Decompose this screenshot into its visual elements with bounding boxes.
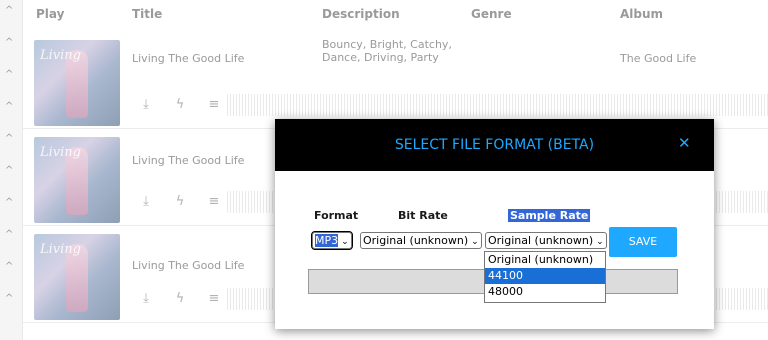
cover-script-text: Living (40, 242, 81, 257)
album-cover[interactable]: Living (34, 234, 120, 320)
download-icon[interactable]: ⤓ (138, 291, 154, 307)
lightning-icon[interactable]: ϟ (172, 194, 188, 210)
samplerate-dropdown-list: Original (unknown) 44100 48000 (484, 251, 606, 303)
samplerate-label: Sample Rate (508, 209, 591, 222)
caret-up-icon[interactable]: ^ (5, 6, 13, 16)
caret-up-icon[interactable]: ^ (5, 70, 13, 80)
close-icon[interactable]: ✕ (678, 134, 691, 152)
caret-up-icon[interactable]: ^ (5, 134, 13, 144)
menu-icon[interactable]: ≡ (206, 97, 222, 113)
track-row: Living Living The Good Life Bouncy, Brig… (22, 32, 768, 129)
track-title[interactable]: Living The Good Life (132, 259, 244, 272)
column-header-title[interactable]: Title (132, 7, 162, 21)
format-select[interactable]: MP3 ⌄ (311, 231, 353, 250)
track-title[interactable]: Living The Good Life (132, 154, 244, 167)
samplerate-select-value: Original (unknown) (488, 234, 594, 247)
format-select-value: MP3 (315, 234, 339, 247)
chevron-down-icon: ⌄ (341, 237, 349, 247)
download-icon[interactable]: ⤓ (138, 194, 154, 210)
save-button[interactable]: SAVE (609, 227, 677, 257)
track-album[interactable]: The Good Life (620, 52, 696, 65)
bitrate-select-value: Original (unknown) (363, 234, 469, 247)
caret-up-icon[interactable]: ^ (5, 102, 13, 112)
album-cover[interactable]: Living (34, 137, 120, 223)
cover-script-text: Living (40, 48, 81, 63)
track-description: Bouncy, Bright, Catchy, Dance, Driving, … (322, 38, 472, 64)
album-cover[interactable]: Living (34, 40, 120, 126)
samplerate-option[interactable]: 48000 (485, 284, 605, 300)
caret-up-icon[interactable]: ^ (5, 230, 13, 240)
waveform[interactable] (227, 94, 768, 116)
description-line: Dance, Driving, Party (322, 51, 439, 64)
download-icon[interactable]: ⤓ (138, 97, 154, 113)
samplerate-option[interactable]: Original (unknown) (485, 252, 605, 268)
caret-up-icon[interactable]: ^ (5, 198, 13, 208)
format-label: Format (314, 209, 359, 222)
samplerate-option[interactable]: 44100 (485, 268, 605, 284)
file-format-dialog: SELECT FILE FORMAT (BETA) ✕ Format Bit R… (275, 119, 714, 329)
cover-script-text: Living (40, 145, 81, 160)
samplerate-select[interactable]: Original (unknown) ⌄ (485, 232, 607, 249)
column-header-play: Play (36, 7, 65, 21)
column-header-description: Description (322, 7, 400, 21)
caret-up-icon[interactable]: ^ (5, 294, 13, 304)
bitrate-label: Bit Rate (398, 209, 448, 222)
lightning-icon[interactable]: ϟ (172, 97, 188, 113)
caret-up-icon[interactable]: ^ (5, 262, 13, 272)
chevron-down-icon: ⌄ (596, 237, 604, 247)
track-title[interactable]: Living The Good Life (132, 52, 244, 65)
menu-icon[interactable]: ≡ (206, 291, 222, 307)
column-header-album[interactable]: Album (620, 7, 663, 21)
menu-icon[interactable]: ≡ (206, 194, 222, 210)
row-sort-column: ^ ^ ^ ^ ^ ^ ^ ^ ^ ^ (0, 0, 23, 340)
description-line: Bouncy, Bright, Catchy, (322, 38, 452, 51)
lightning-icon[interactable]: ϟ (172, 291, 188, 307)
chevron-down-icon: ⌄ (471, 237, 479, 247)
column-header-genre: Genre (471, 7, 512, 21)
bitrate-select[interactable]: Original (unknown) ⌄ (360, 232, 482, 249)
caret-up-icon[interactable]: ^ (5, 38, 13, 48)
caret-up-icon[interactable]: ^ (5, 166, 13, 176)
dialog-header: SELECT FILE FORMAT (BETA) ✕ (275, 119, 714, 171)
dialog-title: SELECT FILE FORMAT (BETA) (394, 137, 595, 153)
